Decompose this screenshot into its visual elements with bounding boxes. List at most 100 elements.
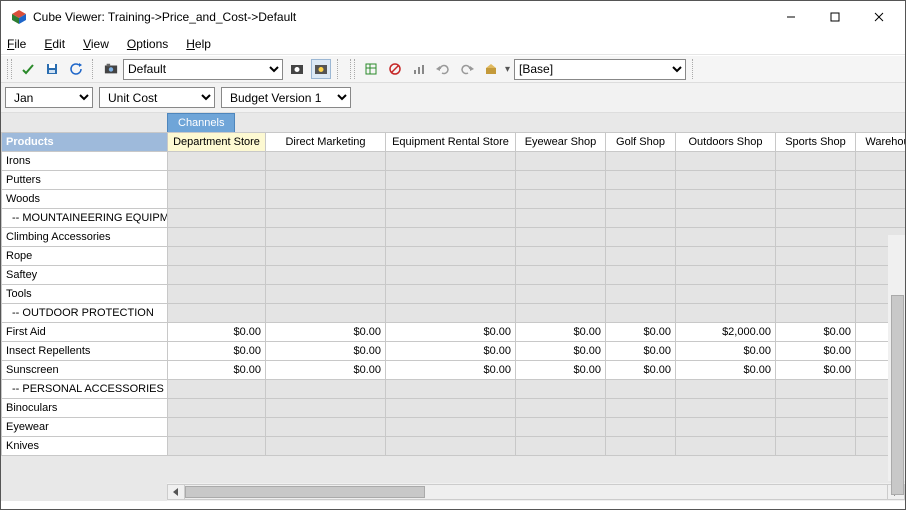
empty-cell[interactable]	[168, 437, 266, 456]
empty-cell[interactable]	[516, 266, 606, 285]
row-header[interactable]: Climbing Accessories	[2, 228, 168, 247]
snapshot-icon[interactable]	[287, 59, 307, 79]
data-cell[interactable]: $0.00	[606, 323, 676, 342]
row-header[interactable]: Sunscreen	[2, 361, 168, 380]
empty-cell[interactable]	[676, 285, 776, 304]
empty-cell[interactable]	[266, 380, 386, 399]
data-cell[interactable]: $2,000.00	[676, 323, 776, 342]
save-icon[interactable]	[42, 59, 62, 79]
chart-icon[interactable]	[409, 59, 429, 79]
empty-cell[interactable]	[776, 209, 856, 228]
empty-cell[interactable]	[266, 171, 386, 190]
empty-cell[interactable]	[516, 304, 606, 323]
maximize-button[interactable]	[813, 3, 857, 31]
empty-cell[interactable]	[676, 247, 776, 266]
base-select[interactable]: [Base]	[514, 59, 686, 80]
empty-cell[interactable]	[386, 247, 516, 266]
empty-cell[interactable]	[386, 209, 516, 228]
column-header[interactable]: Department Store	[168, 133, 266, 152]
empty-cell[interactable]	[606, 418, 676, 437]
empty-cell[interactable]	[516, 418, 606, 437]
empty-cell[interactable]	[266, 190, 386, 209]
empty-cell[interactable]	[776, 228, 856, 247]
empty-cell[interactable]	[676, 399, 776, 418]
empty-cell[interactable]	[606, 399, 676, 418]
data-cell[interactable]: $0.00	[516, 361, 606, 380]
row-header[interactable]: First Aid	[2, 323, 168, 342]
empty-cell[interactable]	[676, 152, 776, 171]
scroll-thumb[interactable]	[185, 486, 425, 498]
row-header[interactable]: Insect Repellents	[2, 342, 168, 361]
version-select[interactable]: Budget Version 1	[221, 87, 351, 108]
empty-cell[interactable]	[516, 380, 606, 399]
empty-cell[interactable]	[516, 152, 606, 171]
data-cell[interactable]: $0.00	[776, 323, 856, 342]
empty-cell[interactable]	[266, 228, 386, 247]
empty-cell[interactable]	[776, 399, 856, 418]
empty-cell[interactable]	[776, 285, 856, 304]
data-cell[interactable]: $0.00	[168, 361, 266, 380]
empty-cell[interactable]	[168, 228, 266, 247]
data-cell[interactable]: $0.00	[168, 342, 266, 361]
empty-cell[interactable]	[606, 228, 676, 247]
empty-cell[interactable]	[168, 247, 266, 266]
data-cell[interactable]: $0.00	[266, 361, 386, 380]
empty-cell[interactable]	[676, 171, 776, 190]
data-cell[interactable]: $0.00	[676, 361, 776, 380]
empty-cell[interactable]	[606, 190, 676, 209]
scroll-left-icon[interactable]	[167, 484, 185, 500]
empty-cell[interactable]	[266, 418, 386, 437]
suppress-zero-icon[interactable]	[385, 59, 405, 79]
empty-cell[interactable]	[266, 437, 386, 456]
empty-cell[interactable]	[168, 304, 266, 323]
menu-help[interactable]: Help	[186, 37, 211, 51]
empty-cell[interactable]	[168, 171, 266, 190]
empty-cell[interactable]	[676, 380, 776, 399]
empty-cell[interactable]	[386, 285, 516, 304]
empty-cell[interactable]	[606, 266, 676, 285]
empty-cell[interactable]	[516, 437, 606, 456]
row-header[interactable]: Saftey	[2, 266, 168, 285]
empty-cell[interactable]	[386, 266, 516, 285]
empty-cell[interactable]	[266, 266, 386, 285]
empty-cell[interactable]	[266, 399, 386, 418]
empty-cell[interactable]	[266, 152, 386, 171]
data-grid[interactable]: ProductsDepartment StoreDirect Marketing…	[1, 132, 905, 456]
empty-cell[interactable]	[776, 152, 856, 171]
empty-cell[interactable]	[266, 304, 386, 323]
undo-icon[interactable]	[433, 59, 453, 79]
channels-tab[interactable]: Channels	[167, 113, 235, 132]
minimize-button[interactable]	[769, 3, 813, 31]
menu-view[interactable]: View	[83, 37, 109, 51]
data-cell[interactable]: $0.00	[776, 342, 856, 361]
empty-cell[interactable]	[776, 266, 856, 285]
row-header[interactable]: Woods	[2, 190, 168, 209]
empty-cell[interactable]	[516, 209, 606, 228]
empty-cell[interactable]	[776, 171, 856, 190]
recalc-icon[interactable]	[66, 59, 86, 79]
empty-cell[interactable]	[386, 418, 516, 437]
empty-cell[interactable]	[516, 399, 606, 418]
data-cell[interactable]: $0.00	[606, 342, 676, 361]
redo-icon[interactable]	[457, 59, 477, 79]
empty-cell[interactable]	[776, 304, 856, 323]
export-icon[interactable]	[361, 59, 381, 79]
row-header[interactable]: Putters	[2, 171, 168, 190]
column-header[interactable]: Outdoors Shop	[676, 133, 776, 152]
snapshot-view-icon[interactable]	[103, 59, 119, 79]
empty-cell[interactable]	[776, 190, 856, 209]
measure-select[interactable]: Unit Cost	[99, 87, 215, 108]
data-cell[interactable]: $0.00	[386, 323, 516, 342]
empty-cell[interactable]	[676, 190, 776, 209]
empty-cell[interactable]	[676, 209, 776, 228]
empty-cell[interactable]	[516, 247, 606, 266]
menu-file[interactable]: File	[7, 37, 26, 51]
empty-cell[interactable]	[516, 171, 606, 190]
row-header[interactable]: -- OUTDOOR PROTECTION	[2, 304, 168, 323]
empty-cell[interactable]	[168, 209, 266, 228]
empty-cell[interactable]	[386, 304, 516, 323]
data-cell[interactable]: $0.00	[516, 323, 606, 342]
empty-cell[interactable]	[386, 228, 516, 247]
empty-cell[interactable]	[516, 285, 606, 304]
empty-cell[interactable]	[776, 437, 856, 456]
